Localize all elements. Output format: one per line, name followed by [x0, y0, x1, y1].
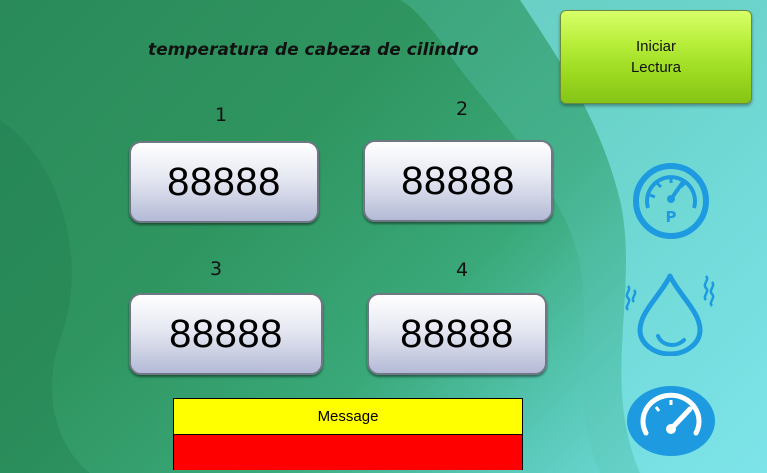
- cylinder-4-temperature-display: 88888: [367, 293, 547, 375]
- start-reading-button[interactable]: Iniciar Lectura: [560, 10, 752, 104]
- cylinder-3-temperature-display: 88888: [129, 293, 323, 375]
- page-title: temperatura de cabeza de cilindro: [148, 40, 479, 60]
- cylinder-4-label: 4: [456, 259, 469, 281]
- message-status-bar: [174, 435, 522, 470]
- pressure-gauge-icon: P: [622, 162, 720, 240]
- cylinder-2-temperature-display: 88888: [363, 140, 553, 222]
- cylinder-1-label: 1: [215, 104, 228, 126]
- start-button-line2: Lectura: [630, 59, 682, 76]
- message-label: Message: [174, 399, 522, 435]
- start-button-line1: Iniciar: [635, 38, 676, 55]
- svg-text:P: P: [666, 208, 677, 226]
- message-panel: Message: [173, 398, 523, 470]
- speedometer-icon: [626, 385, 716, 457]
- cylinder-1-temperature-display: 88888: [129, 141, 319, 223]
- water-drop-humidity-icon: [618, 268, 722, 356]
- cylinder-2-label: 2: [456, 98, 469, 120]
- cylinder-3-label: 3: [210, 258, 223, 280]
